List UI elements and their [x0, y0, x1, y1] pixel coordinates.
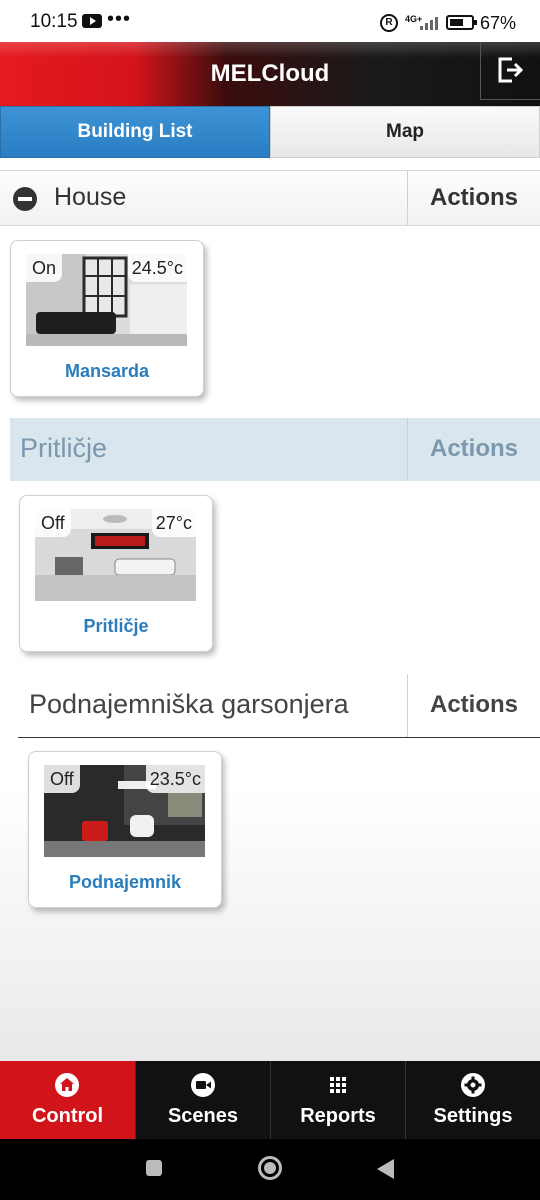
device-name: Mansarda [64, 361, 150, 381]
more-notifications-icon: ••• [107, 8, 132, 30]
device-card-mansarda[interactable]: On 24.5°c Mansarda [10, 240, 204, 397]
back-button[interactable] [377, 1159, 394, 1179]
nav-label: Reports [300, 1105, 376, 1127]
nav-scenes[interactable]: Scenes [135, 1061, 270, 1139]
nav-settings[interactable]: Settings [405, 1061, 540, 1139]
bottom-nav: Control Scenes Reports Settings [0, 1061, 540, 1139]
home-icon [55, 1073, 79, 1097]
recents-button[interactable] [146, 1160, 162, 1176]
status-time: 10:15 [30, 11, 78, 32]
group-title: House [54, 183, 127, 211]
group-title: Podnajemniška garsonjera [29, 689, 349, 719]
building-list: House Actions On 24.5°c Mansarda Pritlič… [0, 158, 540, 1061]
room-temperature: 24.5°c [127, 254, 187, 282]
logout-button[interactable] [480, 42, 540, 100]
signal-icon [420, 16, 440, 30]
device-card-podnajemnik[interactable]: Off 23.5°c Podnajemnik [28, 751, 222, 908]
room-image: On 24.5°c [26, 254, 187, 346]
view-tabs: Building List Map [0, 106, 540, 158]
nav-control[interactable]: Control [0, 1061, 135, 1139]
nav-label: Scenes [167, 1105, 239, 1127]
battery-icon [446, 15, 477, 30]
nav-label: Control [31, 1105, 104, 1127]
room-image: Off 23.5°c [44, 765, 205, 857]
nav-reports[interactable]: Reports [270, 1061, 405, 1139]
grid-icon [326, 1073, 350, 1097]
tab-building-list[interactable]: Building List [0, 106, 270, 158]
collapse-icon[interactable] [13, 187, 37, 211]
power-status: Off [35, 509, 71, 537]
nav-label: Settings [433, 1105, 513, 1127]
status-bar: 10:15 ••• R 4G+ 67% [0, 0, 540, 42]
group-header-pritlicje[interactable]: Pritličje Actions [10, 418, 540, 481]
gear-icon [461, 1073, 485, 1097]
app-title: MELCloud [210, 60, 330, 87]
power-status: On [26, 254, 63, 282]
power-status: Off [44, 765, 80, 793]
room-temperature: 27°c [151, 509, 196, 537]
group-header-podnajemniska-garsonjera[interactable]: Podnajemniška garsonjera Actions [18, 674, 540, 738]
group-header-house[interactable]: House Actions [0, 170, 540, 226]
battery-percent: 67% [480, 13, 517, 33]
video-icon [191, 1073, 215, 1097]
actions-button[interactable]: Actions [407, 674, 540, 737]
device-name: Podnajemnik [68, 872, 182, 892]
home-button[interactable] [258, 1156, 282, 1180]
tab-map[interactable]: Map [270, 106, 540, 158]
group-title: Pritličje [20, 433, 108, 463]
room-temperature: 23.5°c [145, 765, 205, 793]
room-image: Off 27°c [35, 509, 196, 601]
app-header: MELCloud [0, 42, 540, 106]
actions-button[interactable]: Actions [407, 418, 540, 481]
device-name: Pritličje [83, 616, 149, 636]
registered-icon: R [380, 14, 398, 32]
system-nav-bar [0, 1139, 540, 1200]
device-card-pritlicje[interactable]: Off 27°c Pritličje [19, 495, 213, 652]
logout-icon [498, 57, 524, 83]
youtube-icon [82, 14, 102, 28]
actions-button[interactable]: Actions [407, 171, 540, 225]
